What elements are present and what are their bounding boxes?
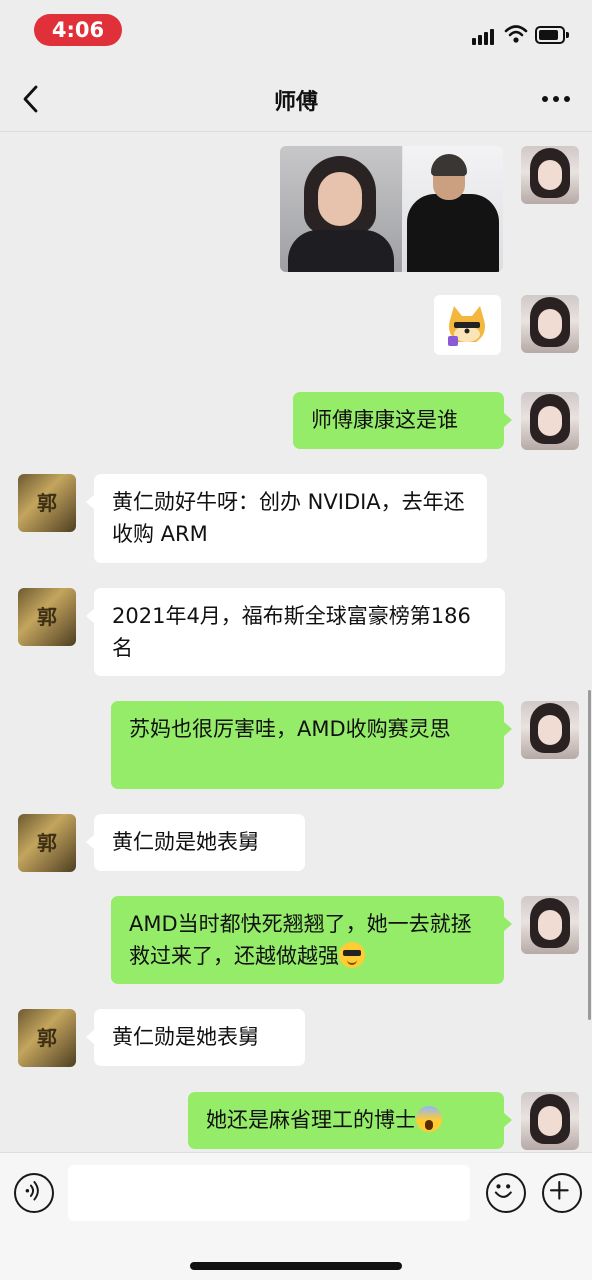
image-message[interactable]	[280, 146, 503, 272]
my-avatar[interactable]	[521, 295, 579, 353]
wifi-icon	[504, 25, 528, 43]
my-message-bubble[interactable]: 苏妈也很厉害哇，AMD收购赛灵思	[111, 701, 512, 789]
contact-message-bubble[interactable]: 黄仁勋好牛呀：创办 NVIDIA，去年还收购 ARM	[86, 474, 487, 563]
voice-icon[interactable]	[14, 1173, 54, 1213]
sticker-message[interactable]	[434, 295, 501, 355]
my-avatar[interactable]	[521, 392, 579, 450]
battery-icon	[535, 26, 569, 44]
message-input[interactable]	[68, 1165, 470, 1221]
screaming-face-emoji-icon	[416, 1106, 442, 1132]
home-indicator	[190, 1262, 402, 1270]
my-avatar[interactable]	[521, 146, 579, 204]
message-text: 师傅康康这是谁	[311, 408, 458, 432]
message-text: 2021年4月，福布斯全球富豪榜第186名	[112, 604, 471, 660]
nav-bar: 师傅	[0, 62, 592, 132]
my-message-bubble[interactable]: 师傅康康这是谁	[293, 392, 512, 449]
message-text: 她还是麻省理工的博士	[206, 1108, 416, 1132]
status-bar: 4:06	[0, 0, 592, 62]
my-message-bubble[interactable]: AMD当时都快死翘翘了，她一去就拯救过来了，还越做越强	[111, 896, 512, 984]
message-text: 苏妈也很厉害哇，AMD收购赛灵思	[129, 717, 451, 741]
more-dots-icon[interactable]	[540, 96, 572, 106]
emoji-icon[interactable]	[486, 1173, 526, 1213]
scrollbar[interactable]	[588, 690, 591, 1020]
contact-message-bubble[interactable]: 2021年4月，福布斯全球富豪榜第186名	[86, 588, 505, 676]
contact-avatar[interactable]: 郭	[18, 1009, 76, 1067]
contact-message-bubble[interactable]: 黄仁勋是她表舅	[86, 814, 305, 871]
chat-title: 师傅	[273, 90, 318, 115]
status-time: 4:06	[34, 14, 122, 46]
message-text: AMD当时都快死翘翘了，她一去就拯救过来了，还越做越强	[129, 912, 472, 968]
sunglasses-emoji-icon	[339, 942, 365, 968]
photo-left-portrait	[280, 146, 402, 272]
contact-avatar[interactable]: 郭	[18, 588, 76, 646]
photo-right-portrait	[403, 146, 503, 272]
contact-avatar[interactable]: 郭	[18, 814, 76, 872]
my-avatar[interactable]	[521, 896, 579, 954]
message-text: 黄仁勋是她表舅	[112, 830, 259, 854]
plus-icon[interactable]	[542, 1173, 582, 1213]
message-text: 黄仁勋是她表舅	[112, 1025, 259, 1049]
contact-message-bubble[interactable]: 黄仁勋是她表舅	[86, 1009, 305, 1066]
contact-avatar[interactable]: 郭	[18, 474, 76, 532]
my-avatar[interactable]	[521, 701, 579, 759]
signal-icon	[472, 27, 498, 45]
my-avatar[interactable]	[521, 1092, 579, 1150]
doge-sticker-icon	[448, 306, 485, 346]
message-text: 黄仁勋好牛呀：创办 NVIDIA，去年还收购 ARM	[112, 490, 465, 546]
my-message-bubble[interactable]: 她还是麻省理工的博士	[188, 1092, 512, 1149]
input-bar	[0, 1152, 592, 1280]
